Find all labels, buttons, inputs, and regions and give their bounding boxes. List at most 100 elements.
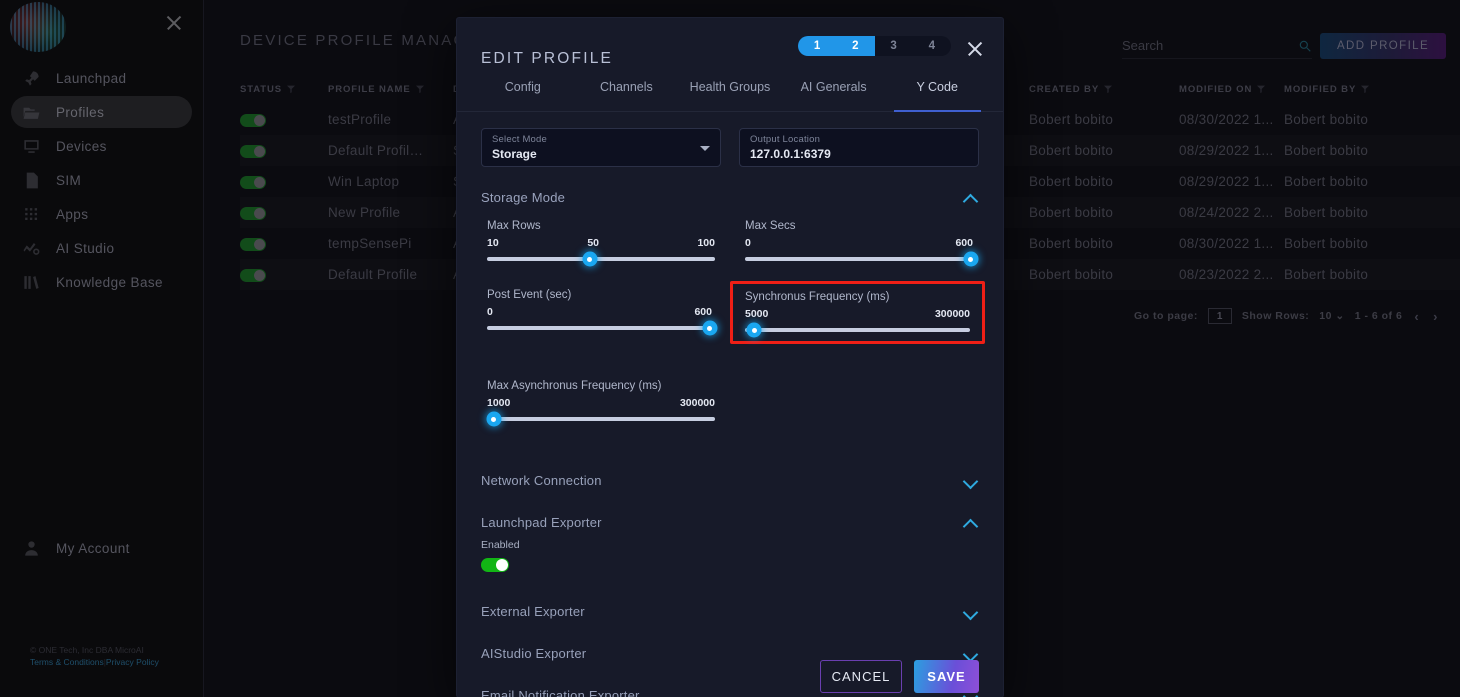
sidebar-item-knowledge-base[interactable]: Knowledge Base bbox=[11, 266, 192, 298]
page-number-input[interactable]: 1 bbox=[1207, 308, 1232, 324]
slider-synchronus-frequency[interactable]: Synchronus Frequency (ms) 5000 300000 bbox=[730, 281, 985, 344]
column-header-created-by[interactable]: CREATED BY bbox=[1029, 78, 1179, 104]
modified-on-cell: 08/30/2022 1... bbox=[1179, 236, 1274, 251]
status-toggle bbox=[240, 144, 266, 158]
step-indicator: 1 2 3 4 bbox=[798, 36, 951, 56]
tab-y-code[interactable]: Y Code bbox=[885, 80, 989, 112]
chevron-up-icon[interactable] bbox=[963, 517, 979, 527]
slider-thumb[interactable] bbox=[963, 251, 979, 267]
copyright-text: © ONE Tech, Inc DBA MicroAI bbox=[30, 644, 144, 655]
created-by-cell: Bobert bobito bbox=[1029, 112, 1114, 127]
section-header[interactable]: Launchpad Exporter bbox=[481, 501, 979, 543]
profile-name-cell[interactable]: New Profile bbox=[328, 197, 453, 228]
filter-icon[interactable] bbox=[287, 84, 295, 95]
profile-name-cell[interactable]: Default Profil… bbox=[328, 135, 453, 166]
slider-track[interactable] bbox=[486, 411, 715, 427]
chevron-up-icon[interactable] bbox=[963, 192, 979, 202]
enabled-toggle[interactable] bbox=[481, 558, 509, 572]
status-toggle-cell[interactable] bbox=[240, 135, 328, 166]
terms-link[interactable]: Terms & Conditions bbox=[30, 657, 104, 667]
step-4[interactable]: 4 bbox=[913, 36, 951, 56]
profile-name-cell[interactable]: tempSensePi bbox=[328, 228, 453, 259]
slider-thumb[interactable] bbox=[746, 322, 762, 338]
status-toggle-cell[interactable] bbox=[240, 104, 328, 135]
chevron-down-icon: ⌄ bbox=[1335, 310, 1345, 322]
status-toggle-cell[interactable] bbox=[240, 259, 328, 290]
output-location-field[interactable]: Output Location 127.0.0.1:6379 bbox=[739, 128, 979, 167]
filter-icon[interactable] bbox=[415, 84, 424, 95]
folder-icon bbox=[21, 102, 42, 123]
storage-mode-section-header[interactable]: Storage Mode bbox=[481, 186, 979, 208]
status-toggle-cell[interactable] bbox=[240, 197, 328, 228]
search-input[interactable] bbox=[1122, 38, 1298, 53]
slider-track[interactable] bbox=[487, 251, 715, 267]
section-launchpad-exporter: Launchpad Exporter Enabled bbox=[481, 501, 979, 572]
modified-by-cell: Bobert bobito bbox=[1284, 174, 1369, 189]
cancel-button[interactable]: CANCEL bbox=[820, 659, 902, 693]
search-box[interactable] bbox=[1122, 33, 1312, 59]
modal-tabs: Config Channels Health Groups AI General… bbox=[457, 80, 1003, 112]
section-network-connection[interactable]: Network Connection bbox=[481, 459, 979, 501]
rows-per-page-select[interactable]: 10 ⌄ bbox=[1319, 310, 1344, 322]
chevron-down-icon[interactable] bbox=[963, 475, 979, 485]
column-header-profile-name[interactable]: PROFILE NAME bbox=[328, 78, 453, 104]
column-header-status[interactable]: STATUS bbox=[240, 78, 328, 104]
sidebar-item-label: Apps bbox=[56, 206, 89, 222]
status-toggle-cell[interactable] bbox=[240, 166, 328, 197]
sidebar-item-label: Devices bbox=[56, 138, 107, 154]
step-3[interactable]: 3 bbox=[875, 36, 913, 56]
slider-track[interactable] bbox=[745, 322, 970, 338]
step-2[interactable]: 2 bbox=[836, 36, 875, 56]
status-toggle bbox=[240, 175, 266, 189]
tab-config[interactable]: Config bbox=[471, 80, 575, 111]
modified-on-cell: 08/23/2022 2... bbox=[1179, 259, 1284, 290]
chevron-down-icon[interactable] bbox=[700, 146, 710, 151]
filter-icon[interactable] bbox=[1361, 84, 1370, 95]
slider-thumb[interactable] bbox=[582, 251, 598, 267]
slider-post-event[interactable]: Post Event (sec) 0 600 bbox=[481, 285, 718, 358]
step-1[interactable]: 1 bbox=[798, 36, 837, 56]
column-header-modified-by[interactable]: MODIFIED BY bbox=[1284, 78, 1460, 104]
save-button[interactable]: SAVE bbox=[914, 659, 979, 693]
add-profile-button[interactable]: ADD PROFILE bbox=[1320, 33, 1446, 59]
filter-icon[interactable] bbox=[1257, 84, 1266, 95]
profile-name-cell[interactable]: Default Profile bbox=[328, 259, 453, 290]
sidebar-item-apps[interactable]: Apps bbox=[11, 198, 192, 230]
slider-thumb[interactable] bbox=[702, 320, 718, 336]
prev-page-icon[interactable]: ‹ bbox=[1412, 309, 1421, 324]
select-mode-dropdown[interactable]: Select Mode Storage bbox=[481, 128, 721, 167]
sidebar-item-my-account[interactable]: My Account bbox=[11, 538, 130, 559]
search-icon[interactable] bbox=[1298, 39, 1312, 53]
close-icon[interactable] bbox=[966, 40, 984, 58]
status-toggle bbox=[240, 237, 266, 251]
created-by-cell: Bobert bobito bbox=[1029, 174, 1114, 189]
tab-channels[interactable]: Channels bbox=[575, 80, 679, 111]
tab-health-groups[interactable]: Health Groups bbox=[678, 80, 782, 111]
column-header-modified-on[interactable]: MODIFIED ON bbox=[1179, 78, 1284, 104]
filter-icon[interactable] bbox=[1104, 84, 1113, 95]
slider-max-rows[interactable]: Max Rows 10 50 100 bbox=[481, 216, 721, 267]
slider-track[interactable] bbox=[745, 251, 979, 267]
next-page-icon[interactable]: › bbox=[1431, 309, 1440, 324]
tab-ai-generals[interactable]: AI Generals bbox=[782, 80, 886, 111]
profile-name-cell[interactable]: testProfile bbox=[328, 104, 453, 135]
sidebar-item-sim[interactable]: SIM bbox=[11, 164, 192, 196]
section-external-exporter[interactable]: External Exporter bbox=[481, 590, 979, 632]
modified-on-cell: 08/29/2022 1... bbox=[1179, 174, 1274, 189]
sidebar-brand-row bbox=[0, 0, 203, 56]
status-toggle-cell[interactable] bbox=[240, 228, 328, 259]
slider-track[interactable] bbox=[487, 320, 718, 336]
sidebar-item-ai-studio[interactable]: AI Studio bbox=[11, 232, 192, 264]
sidebar-item-devices[interactable]: Devices bbox=[11, 130, 192, 162]
sidebar-item-label: Knowledge Base bbox=[56, 274, 163, 290]
chevron-down-icon[interactable] bbox=[963, 606, 979, 616]
slider-max-secs[interactable]: Max Secs 0 600 bbox=[739, 216, 979, 267]
sidebar-item-profiles[interactable]: Profiles bbox=[11, 96, 192, 128]
privacy-link[interactable]: Privacy Policy bbox=[106, 657, 159, 667]
slider-max: 600 bbox=[955, 237, 973, 249]
slider-max-asynchronus-frequency[interactable]: Max Asynchronus Frequency (ms) 1000 3000… bbox=[481, 376, 721, 427]
slider-thumb[interactable] bbox=[486, 411, 502, 427]
sidebar-close-icon[interactable] bbox=[165, 14, 183, 32]
sidebar-item-launchpad[interactable]: Launchpad bbox=[11, 62, 192, 94]
profile-name-cell[interactable]: Win Laptop bbox=[328, 166, 453, 197]
